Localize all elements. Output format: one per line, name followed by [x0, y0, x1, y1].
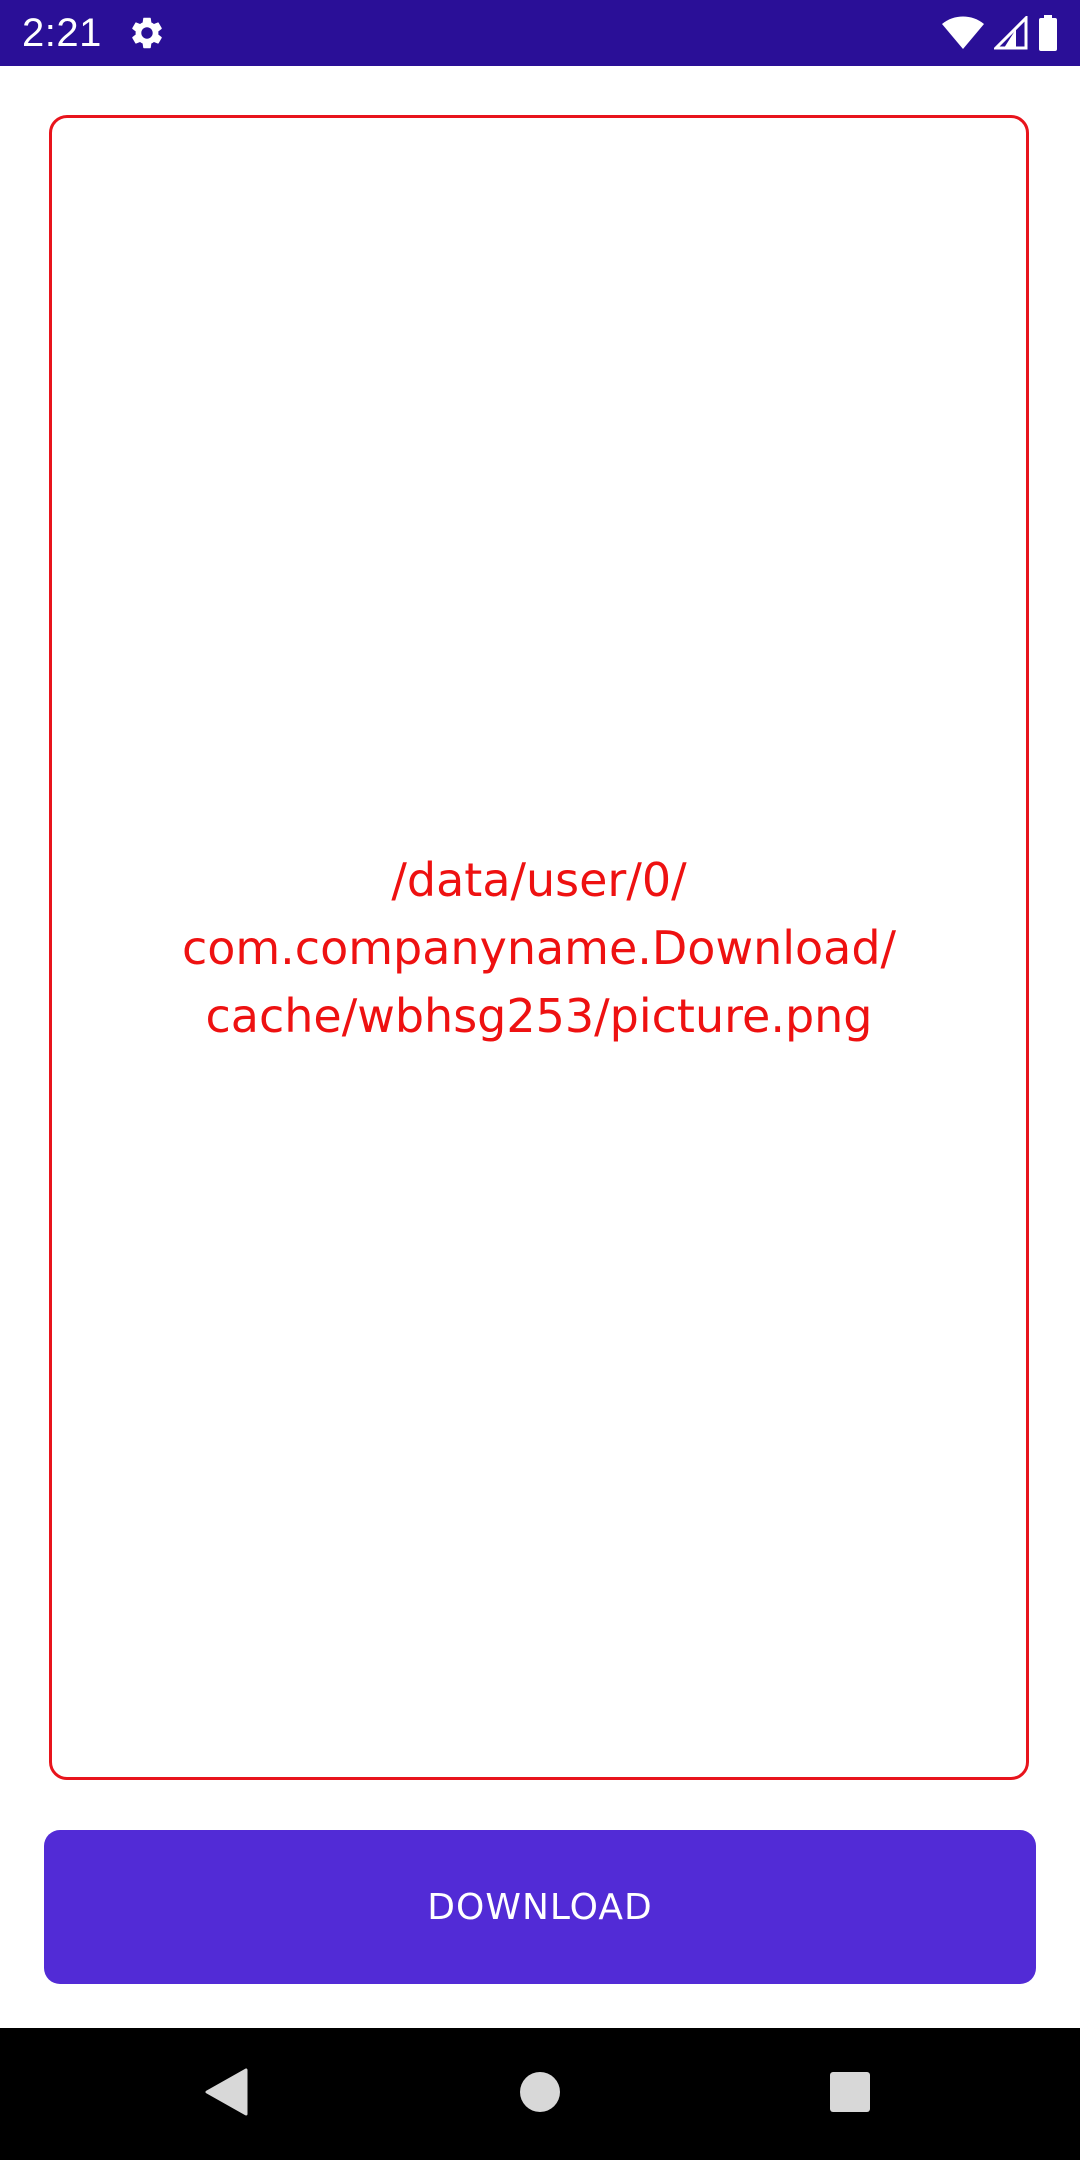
home-icon	[519, 2071, 561, 2118]
recents-button[interactable]	[784, 2028, 916, 2160]
file-path-line: com.companyname.Download/	[181, 920, 897, 975]
recents-icon	[829, 2071, 871, 2118]
file-path-text: /data/user/0/ com.companyname.Download/ …	[89, 846, 989, 1050]
navigation-bar	[0, 2028, 1080, 2160]
settings-icon	[128, 14, 166, 52]
home-button[interactable]	[474, 2028, 606, 2160]
file-path-line: /data/user/0/	[391, 852, 687, 907]
download-button[interactable]: DOWNLOAD	[44, 1830, 1036, 1984]
file-path-line: cache/wbhsg253/picture.png	[205, 988, 873, 1043]
back-button[interactable]	[160, 2028, 292, 2160]
wifi-icon	[942, 16, 984, 50]
status-bar: 2:21	[0, 0, 1080, 66]
battery-icon	[1038, 15, 1058, 51]
cellular-signal-icon	[994, 16, 1028, 50]
file-path-card: /data/user/0/ com.companyname.Download/ …	[49, 115, 1029, 1780]
back-icon	[204, 2068, 248, 2121]
status-icons	[942, 14, 1058, 52]
status-time: 2:21	[22, 11, 102, 55]
